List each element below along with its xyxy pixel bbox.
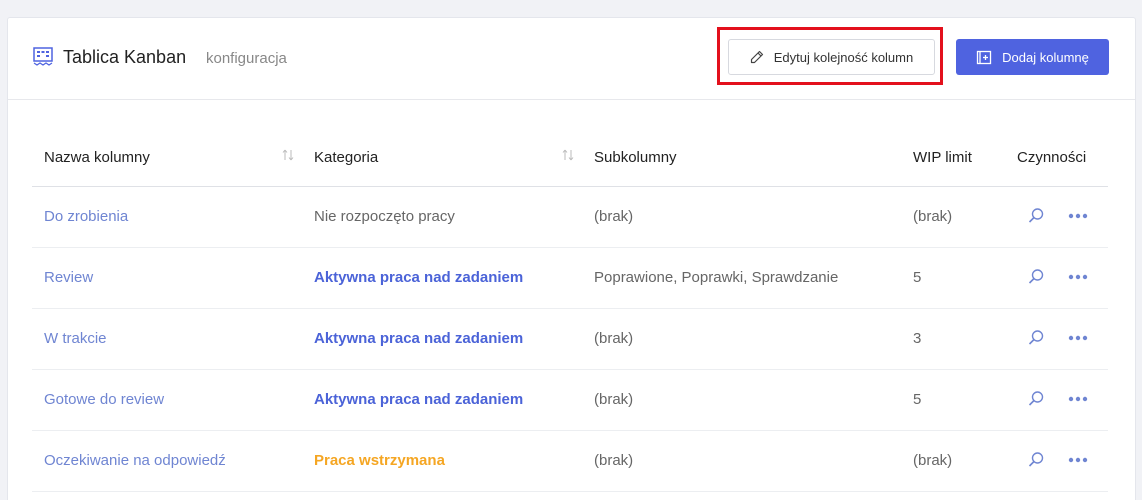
- page-header: Tablica Kanban konfiguracja Edytuj kolej…: [8, 18, 1135, 100]
- column-name-link[interactable]: Oczekiwanie na odpowiedź: [44, 452, 226, 469]
- header-wip: WIP limit: [913, 149, 972, 166]
- more-options-icon[interactable]: [1068, 331, 1088, 345]
- search-icon[interactable]: [1027, 329, 1045, 347]
- category-label: Aktywna praca nad zadaniem: [314, 269, 524, 286]
- column-name-link[interactable]: Gotowe do review: [44, 391, 164, 408]
- column-name-link[interactable]: Review: [44, 269, 93, 286]
- kanban-board-icon: [33, 47, 53, 66]
- columns-table: Nazwa kolumny Kategoria Subkolumny WIP l…: [32, 129, 1108, 492]
- subcolumns-value: (brak): [594, 330, 634, 347]
- wip-limit-value: 5: [913, 269, 922, 286]
- table-row: Review Aktywna praca nad zadaniem Popraw…: [32, 248, 1108, 309]
- table-row: Oczekiwanie na odpowiedź Praca wstrzyman…: [32, 431, 1108, 492]
- column-name-link[interactable]: W trakcie: [44, 330, 107, 347]
- more-options-icon[interactable]: [1068, 392, 1088, 406]
- header-name[interactable]: Nazwa kolumny: [44, 149, 150, 166]
- search-icon[interactable]: [1027, 207, 1045, 225]
- header-subcolumns: Subkolumny: [594, 149, 677, 166]
- table-row: Gotowe do review Aktywna praca nad zadan…: [32, 370, 1108, 431]
- sort-icon[interactable]: [561, 148, 575, 162]
- more-options-icon[interactable]: [1068, 209, 1088, 223]
- subcolumns-value: (brak): [594, 452, 634, 469]
- column-name-link[interactable]: Do zrobienia: [44, 208, 128, 225]
- search-icon[interactable]: [1027, 390, 1045, 408]
- category-label: Aktywna praca nad zadaniem: [314, 330, 524, 347]
- search-icon[interactable]: [1027, 268, 1045, 286]
- more-options-icon[interactable]: [1068, 270, 1088, 284]
- table-header: Nazwa kolumny Kategoria Subkolumny WIP l…: [32, 129, 1108, 187]
- page-subtitle: konfiguracja: [206, 50, 287, 67]
- wip-limit-value: (brak): [913, 208, 953, 225]
- category-label: Praca wstrzymana: [314, 452, 445, 469]
- table-row: Do zrobienia Nie rozpoczęto pracy (brak)…: [32, 187, 1108, 248]
- wip-limit-value: 3: [913, 330, 922, 347]
- edit-column-order-button[interactable]: Edytuj kolejność kolumn: [728, 39, 935, 75]
- pencil-icon: [750, 50, 763, 64]
- header-actions: Czynności: [1017, 149, 1087, 166]
- wip-limit-value: (brak): [913, 452, 953, 469]
- kanban-config-card: Tablica Kanban konfiguracja Edytuj kolej…: [7, 17, 1136, 500]
- add-column-icon: [976, 50, 992, 65]
- subcolumns-value: Poprawione, Poprawki, Sprawdzanie: [594, 269, 839, 286]
- category-label: Aktywna praca nad zadaniem: [314, 391, 524, 408]
- add-column-label: Dodaj kolumnę: [1002, 49, 1089, 65]
- more-options-icon[interactable]: [1068, 453, 1088, 467]
- page-title: Tablica Kanban: [63, 47, 187, 67]
- category-label: Nie rozpoczęto pracy: [314, 208, 455, 225]
- add-column-button[interactable]: Dodaj kolumnę: [956, 39, 1109, 75]
- sort-icon[interactable]: [281, 148, 295, 162]
- search-icon[interactable]: [1027, 451, 1045, 469]
- subcolumns-value: (brak): [594, 208, 634, 225]
- edit-column-order-label: Edytuj kolejność kolumn: [773, 49, 914, 65]
- header-category[interactable]: Kategoria: [314, 149, 378, 166]
- subcolumns-value: (brak): [594, 391, 634, 408]
- table-row: W trakcie Aktywna praca nad zadaniem (br…: [32, 309, 1108, 370]
- wip-limit-value: 5: [913, 391, 922, 408]
